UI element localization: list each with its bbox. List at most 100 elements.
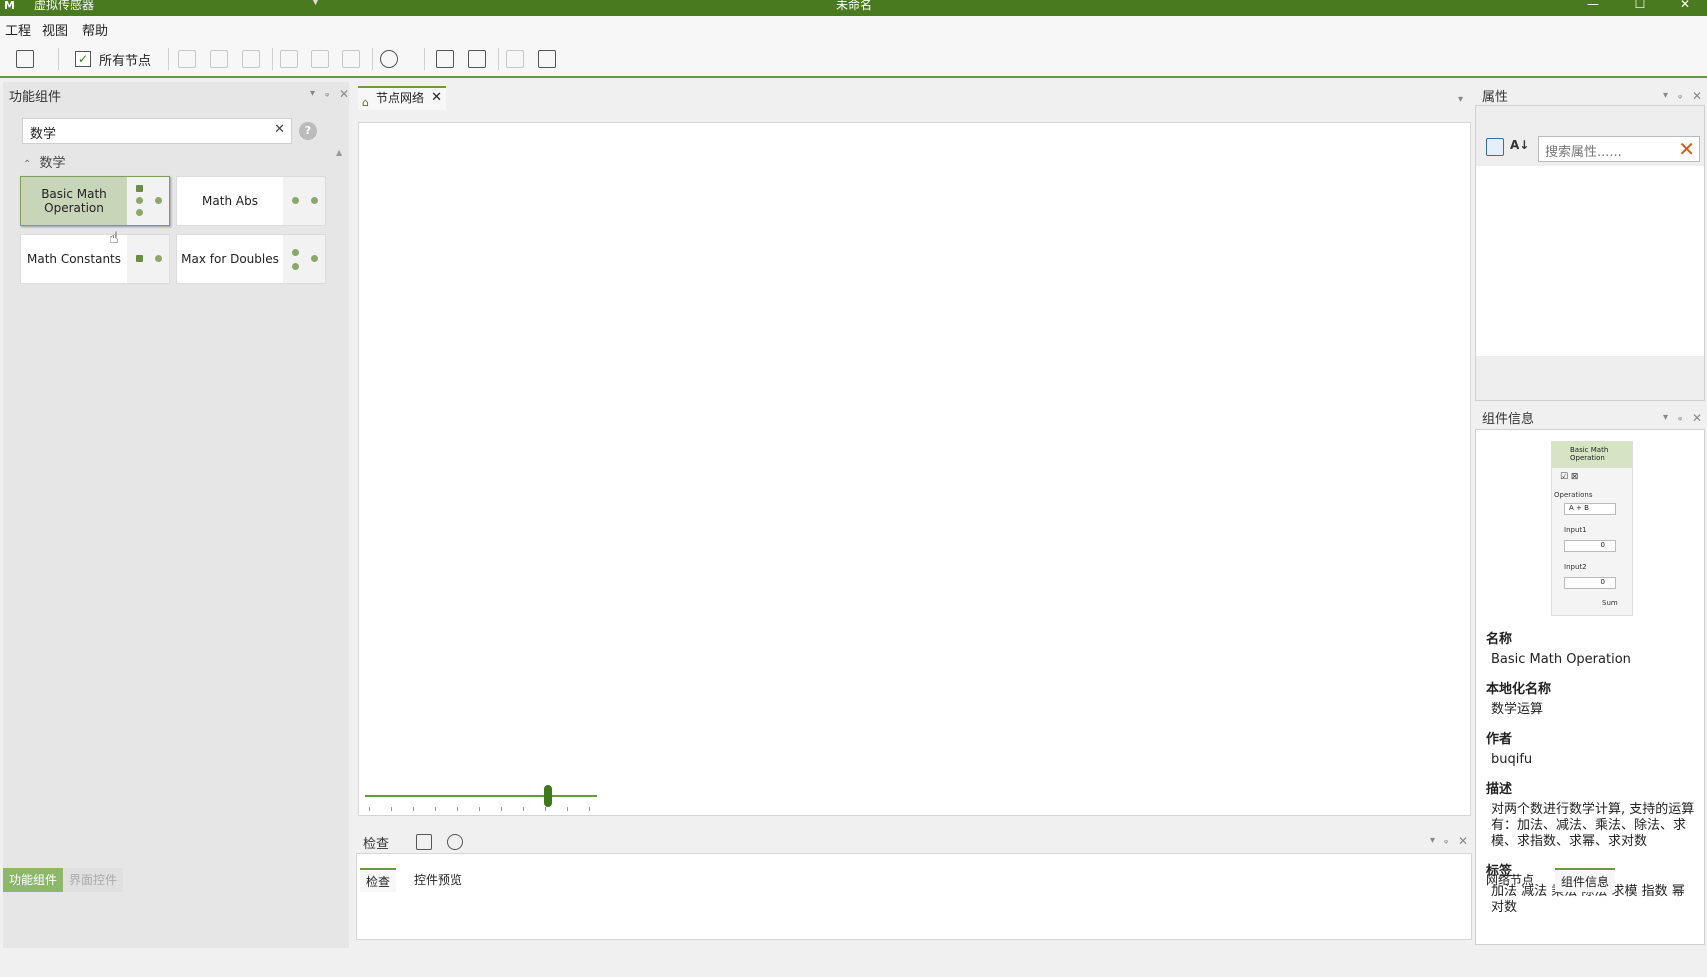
search-value: 数学 xyxy=(30,127,57,142)
layout-icon[interactable] xyxy=(242,50,260,68)
property-grid xyxy=(1476,166,1704,356)
refresh-icon[interactable] xyxy=(447,834,463,850)
close-window-button[interactable]: ✕ xyxy=(1670,0,1700,11)
node-canvas[interactable] xyxy=(358,122,1471,816)
close-icon[interactable]: ✕ xyxy=(1692,411,1702,425)
maximize-button[interactable]: ☐ xyxy=(1625,0,1655,11)
all-nodes-label: 所有节点 xyxy=(99,54,152,69)
hand-cursor-icon: ☝ xyxy=(109,228,119,247)
toolbar: ✓ 所有节点 xyxy=(0,40,1707,78)
minimize-button[interactable]: — xyxy=(1578,0,1608,11)
toolbar-separator xyxy=(424,48,425,70)
categorized-icon[interactable] xyxy=(1486,138,1504,156)
panel-title: 功能组件 xyxy=(9,90,62,105)
properties-panel: A↓ 搜索属性...... ✕ xyxy=(1475,105,1705,401)
tab-component-info[interactable]: 组件信息 xyxy=(1555,868,1616,892)
scroll-up-icon[interactable]: ▲ xyxy=(336,148,342,157)
component-search-input[interactable]: 数学 ✕ xyxy=(22,118,292,144)
localized-name-value: 数学运算 xyxy=(1491,702,1544,717)
tab-menu-icon[interactable]: ▾ xyxy=(1458,94,1463,105)
close-tab-icon[interactable]: ✕ xyxy=(431,88,442,108)
all-nodes-checkbox[interactable]: ✓ xyxy=(75,51,91,67)
clear-icon[interactable]: ✕ xyxy=(274,122,285,137)
node-ports xyxy=(283,235,325,283)
properties-title: 属性 xyxy=(1482,90,1509,105)
sort-az-icon[interactable]: A↓ xyxy=(1510,138,1529,152)
description-key: 描述 xyxy=(1486,782,1513,797)
node-card-math-constants[interactable]: Math Constants xyxy=(20,234,170,284)
delete-icon[interactable] xyxy=(342,50,360,68)
node-label: Max for Doubles xyxy=(181,252,279,266)
new-node-icon[interactable] xyxy=(16,50,34,68)
copy-icon[interactable] xyxy=(280,50,298,68)
description-value: 对两个数进行数学计算, 支持的运算有：加法、减法、乘法、除法、求模、求指数、求幂… xyxy=(1491,802,1695,849)
toolbar-separator xyxy=(58,48,59,70)
tab-inspect[interactable]: 检查 xyxy=(360,868,397,892)
paste-icon[interactable] xyxy=(311,50,329,68)
menu-project[interactable]: 工程 xyxy=(5,20,31,39)
checkbox-icon: ☑ ⊠ xyxy=(1560,472,1579,482)
app-logo-icon: M xyxy=(4,0,15,12)
author-value: buqifu xyxy=(1491,752,1533,767)
node-label: Basic Math Operation xyxy=(41,187,107,215)
panel-menu-icon[interactable]: ▾ xyxy=(1663,412,1668,423)
app-name: 虚拟传感器 xyxy=(34,0,95,12)
tab-control-preview[interactable]: 控件预览 xyxy=(408,868,468,892)
tab-ui-controls[interactable]: 界面控件 xyxy=(63,868,124,892)
zoom-slider-thumb[interactable] xyxy=(544,785,553,807)
close-icon[interactable]: ✕ xyxy=(1692,89,1702,103)
close-icon[interactable]: ✕ xyxy=(339,87,349,101)
property-search-input[interactable]: 搜索属性...... ✕ xyxy=(1538,136,1700,162)
panel-menu-icon[interactable]: ▾ xyxy=(1430,835,1435,846)
node-card-math-abs[interactable]: Math Abs xyxy=(176,176,326,226)
preview-operations-label: Operations xyxy=(1554,491,1593,499)
node-card-basic-math-operation[interactable]: Basic Math Operation xyxy=(20,176,170,226)
component-info-title: 组件信息 xyxy=(1482,412,1535,427)
clear-icon[interactable]: ✕ xyxy=(1678,137,1695,161)
inspect-title: 检查 xyxy=(363,837,390,852)
disconnect-icon[interactable] xyxy=(380,50,398,68)
pin-icon[interactable]: ᵩ xyxy=(1678,412,1682,423)
menu-bar: 工程 视图 帮助 xyxy=(0,16,1707,40)
preview-input2-label: Input2 xyxy=(1564,563,1587,571)
name-value: Basic Math Operation xyxy=(1491,652,1631,667)
toolbar-separator xyxy=(498,48,499,70)
tab-label: 节点网络 xyxy=(376,91,425,105)
window-icon[interactable] xyxy=(436,50,454,68)
pin-icon[interactable]: ᵩ xyxy=(1678,90,1682,101)
group-header[interactable]: ⌃ 数学 xyxy=(23,152,66,171)
node-ports xyxy=(283,177,325,225)
node-preview: Basic Math Operation ☑ ⊠ Operations A + … xyxy=(1551,441,1633,616)
list-icon[interactable] xyxy=(416,834,432,850)
menu-help[interactable]: 帮助 xyxy=(82,20,108,39)
tab-node-network[interactable]: ⌂ 节点网络 ✕ xyxy=(358,86,446,110)
tab-components[interactable]: 功能组件 xyxy=(3,868,64,892)
preview-input2-field: 0 xyxy=(1564,577,1616,589)
node-ports xyxy=(127,235,169,283)
zoom-slider-track[interactable] xyxy=(365,795,597,797)
chevron-down-icon[interactable]: ▼ xyxy=(312,0,319,7)
folder-icon[interactable] xyxy=(538,50,556,68)
collapse-icon[interactable]: ⌃ xyxy=(23,159,31,170)
panel-menu-icon[interactable]: ▾ xyxy=(310,88,315,99)
toolbar-separator xyxy=(168,48,169,70)
preview-input1-label: Input1 xyxy=(1564,526,1587,534)
node-label: Math Abs xyxy=(202,194,258,208)
menu-view[interactable]: 视图 xyxy=(42,20,68,39)
node-card-max-for-doubles[interactable]: Max for Doubles xyxy=(176,234,326,284)
panel-menu-icon[interactable]: ▾ xyxy=(1663,90,1668,101)
tab-network-nodes[interactable]: 网络节点 xyxy=(1480,868,1540,892)
toolbar-separator xyxy=(372,48,373,70)
preview-op-select: A + B xyxy=(1564,503,1616,515)
panel-icon[interactable] xyxy=(468,50,486,68)
pin-icon[interactable]: ᵩ xyxy=(325,88,329,99)
grid-icon[interactable] xyxy=(210,50,228,68)
preview-header: Basic Math Operation xyxy=(1552,442,1632,468)
title-bar: M 虚拟传感器 ▼ 未命名 — ☐ ✕ xyxy=(0,0,1707,16)
pin-icon[interactable]: ᵩ xyxy=(1444,835,1448,846)
toolbar-separator xyxy=(272,48,273,70)
close-icon[interactable]: ✕ xyxy=(1458,834,1468,848)
run-icon[interactable] xyxy=(178,50,196,68)
hand-icon[interactable] xyxy=(506,50,524,68)
help-icon[interactable]: ? xyxy=(299,122,317,140)
